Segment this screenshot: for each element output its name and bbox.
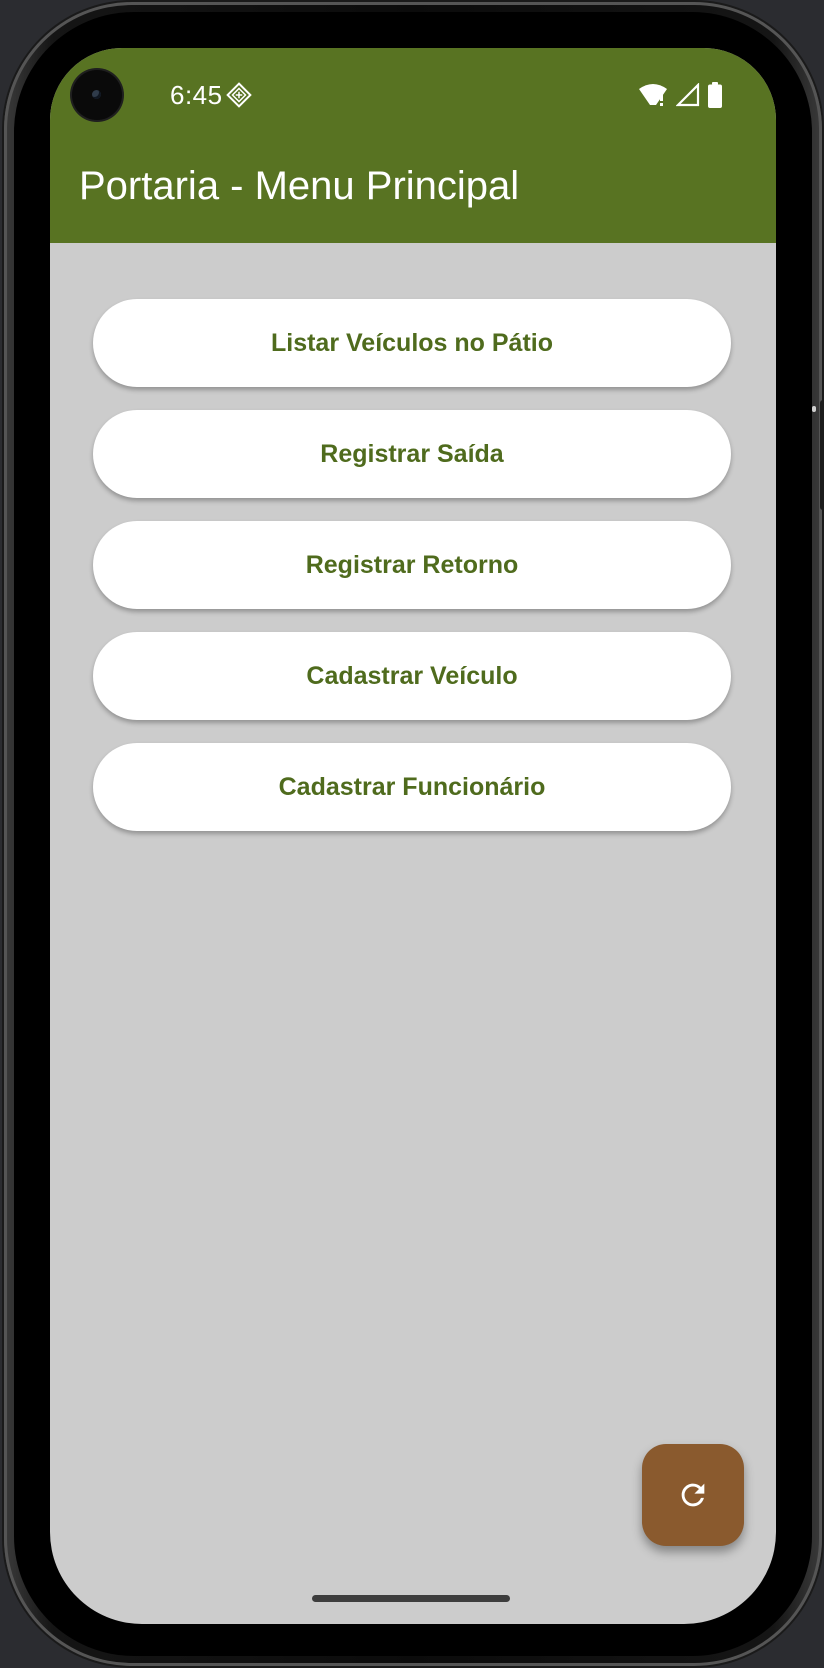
home-indicator[interactable]: [312, 1595, 510, 1602]
status-icons: [638, 82, 722, 108]
screen: 6:45 Portaria - Menu Principal Listar Ve…: [50, 48, 776, 1624]
register-employee-button[interactable]: Cadastrar Funcionário: [93, 743, 731, 831]
cellular-signal-icon: [676, 83, 700, 107]
page-title: Portaria - Menu Principal: [79, 164, 520, 208]
app-bar: 6:45 Portaria - Menu Principal: [50, 48, 776, 243]
register-return-button[interactable]: Registrar Retorno: [93, 521, 731, 609]
refresh-button[interactable]: [642, 1444, 744, 1546]
power-button-marker: [812, 406, 816, 412]
battery-icon: [708, 82, 722, 108]
status-time: 6:45: [170, 80, 223, 110]
main-menu: Listar Veículos no Pátio Registrar Saída…: [93, 299, 731, 854]
wifi-icon: [639, 84, 667, 106]
register-vehicle-button[interactable]: Cadastrar Veículo: [93, 632, 731, 720]
refresh-icon: [681, 1483, 705, 1507]
list-vehicles-button[interactable]: Listar Veículos no Pátio: [93, 299, 731, 387]
register-exit-button[interactable]: Registrar Saída: [93, 410, 731, 498]
front-camera: [72, 70, 122, 120]
device-frame: 6:45 Portaria - Menu Principal Listar Ve…: [4, 2, 824, 1666]
power-button: [820, 400, 824, 510]
notification-diamond-icon: [226, 82, 252, 108]
